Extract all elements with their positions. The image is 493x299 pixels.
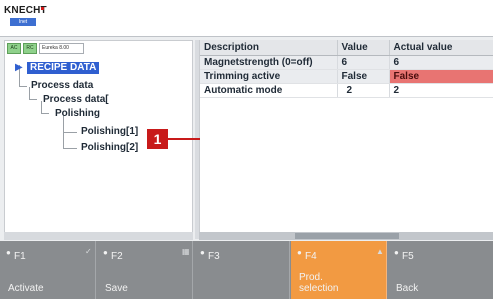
- tree-connector: [29, 99, 37, 100]
- table-row[interactable]: Magnetstrength (0=off) 6 6: [200, 55, 493, 70]
- table-row[interactable]: Trimming active False False: [200, 69, 493, 84]
- tree-node-process-data-item[interactable]: Process data[: [43, 94, 109, 106]
- app-logo: KNECHT Inet: [4, 5, 47, 30]
- grid-icon: ▦: [182, 247, 190, 256]
- f4-button[interactable]: ● F4 Prod. selection: [291, 241, 387, 299]
- column-header-description[interactable]: Description: [200, 40, 337, 56]
- key-marker-icon: ●: [103, 248, 108, 257]
- fkey-code: F2: [111, 251, 123, 262]
- fkey-code: F4: [305, 251, 317, 262]
- back-icon: ▲: [376, 247, 384, 256]
- tree-node-polishing-1[interactable]: Polishing[1]: [81, 126, 138, 138]
- cell-actual-value: 2: [388, 83, 493, 98]
- tree-connector: [63, 148, 77, 149]
- cell-actual-value-alert: False: [388, 69, 493, 84]
- logo-tag: Inet: [10, 18, 36, 26]
- column-header-actual-value[interactable]: Actual value: [388, 40, 493, 56]
- logo-text: KNECHT: [4, 5, 47, 16]
- tree-node-recipe-data[interactable]: RECIPE DATA: [27, 62, 100, 74]
- key-marker-icon: ●: [394, 248, 399, 257]
- f2-button[interactable]: ● F2 Save ✓: [85, 241, 193, 299]
- fkey-code: F3: [208, 251, 220, 262]
- tree-connector: [19, 86, 27, 87]
- cell-description: Automatic mode: [200, 83, 337, 98]
- parameter-table: Description Value Actual value Magnetstr…: [200, 40, 493, 98]
- f1-button[interactable]: ● F1 Activate: [0, 241, 96, 299]
- logo-dot: [41, 7, 44, 10]
- f5-button[interactable]: ● F5 Back ▲: [376, 241, 493, 299]
- column-header-value[interactable]: Value: [336, 40, 389, 56]
- cell-actual-value: 6: [388, 55, 493, 70]
- filter-input[interactable]: Eureka 8.00: [39, 43, 84, 54]
- tree-connector: [41, 113, 49, 114]
- table-scrollbar[interactable]: [199, 232, 493, 240]
- fkey-label: Activate: [8, 283, 44, 294]
- key-marker-icon: ●: [200, 248, 205, 257]
- callout-marker: 1: [147, 129, 168, 149]
- table-header-row: Description Value Actual value: [200, 40, 493, 56]
- callout-leader-line: [168, 138, 200, 140]
- main-area: AC RC Eureka 8.00 ▶ RECIPE DATA Process …: [0, 37, 493, 241]
- function-key-bar: ● F1 Activate ● F2 Save ✓ ● F3 ▦ ● F4 Pr…: [0, 241, 493, 299]
- tree-connector: [63, 132, 77, 133]
- fkey-label: Save: [105, 283, 128, 294]
- filter-chip-ac[interactable]: AC: [7, 43, 21, 54]
- parameter-panel: Description Value Actual value Magnetstr…: [199, 40, 493, 239]
- expand-arrow-icon[interactable]: ▶: [15, 62, 23, 74]
- table-row[interactable]: Automatic mode 2 2: [200, 83, 493, 98]
- key-marker-icon: ●: [297, 248, 302, 257]
- title-bar: KNECHT Inet: [0, 0, 493, 37]
- tree-connector: [41, 101, 42, 113]
- f3-button[interactable]: ● F3 ▦: [182, 241, 290, 299]
- cell-value[interactable]: False: [336, 69, 389, 84]
- tree-connector: [29, 87, 30, 99]
- tree-node-polishing[interactable]: Polishing: [55, 108, 100, 120]
- fkey-code: F5: [402, 251, 414, 262]
- recipe-tree: ▶ RECIPE DATA Process data Process data[…: [5, 59, 192, 189]
- left-scrollbar[interactable]: [4, 232, 193, 240]
- cell-value[interactable]: 2: [336, 83, 389, 98]
- cell-description: Trimming active: [200, 69, 337, 84]
- filter-chip-rc[interactable]: RC: [23, 43, 37, 54]
- fkey-code: F1: [14, 251, 26, 262]
- tree-node-process-data[interactable]: Process data: [31, 80, 93, 92]
- tree-node-polishing-2[interactable]: Polishing[2]: [81, 142, 138, 154]
- fkey-label: Prod. selection: [299, 272, 339, 294]
- fkey-label: Back: [396, 283, 419, 294]
- scrollbar-thumb[interactable]: [295, 233, 399, 239]
- key-marker-icon: ●: [6, 248, 11, 257]
- cell-value[interactable]: 6: [336, 55, 389, 70]
- cell-description: Magnetstrength (0=off): [200, 55, 337, 70]
- check-icon: ✓: [85, 247, 92, 256]
